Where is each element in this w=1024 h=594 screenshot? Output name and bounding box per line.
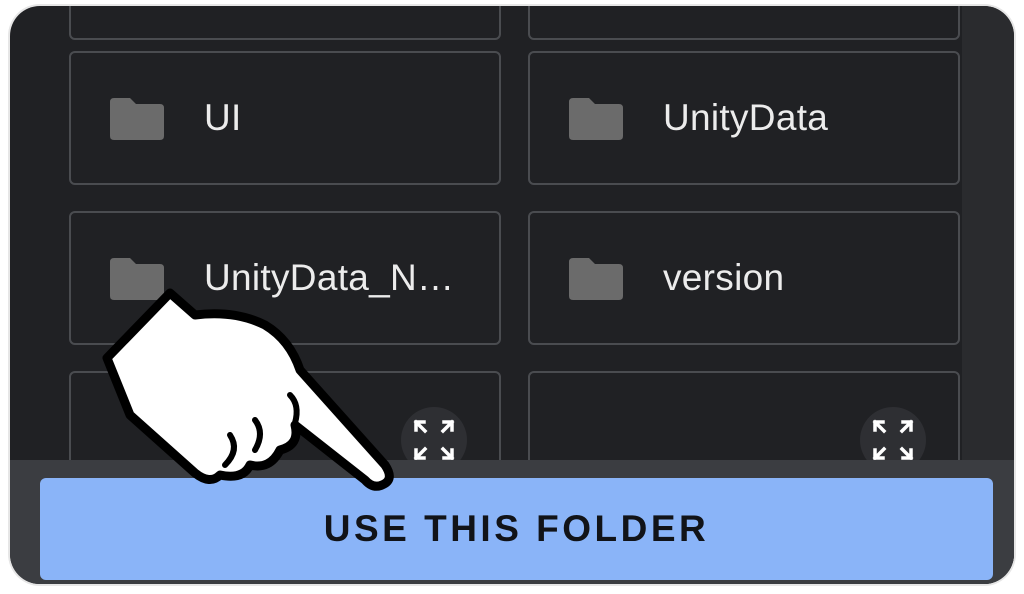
- folder-tile-version[interactable]: version: [528, 211, 960, 345]
- folder-icon: [110, 258, 164, 300]
- expand-icon: [872, 419, 914, 461]
- folder-icon: [569, 258, 623, 300]
- folder-tile-partial[interactable]: [528, 6, 960, 40]
- folder-tile-ui[interactable]: UI: [69, 51, 501, 185]
- folder-tile-unitydata[interactable]: UnityData: [528, 51, 960, 185]
- file-picker-screen: UI UnityData UnityData_N… version USE TH…: [10, 6, 1014, 584]
- folder-name: UnityData: [663, 97, 829, 138]
- folder-icon: [110, 98, 164, 140]
- folder-name: version: [663, 257, 785, 298]
- folder-name: UnityData_N…: [204, 257, 455, 298]
- use-this-folder-button[interactable]: USE THIS FOLDER: [40, 478, 993, 580]
- expand-icon: [413, 419, 455, 461]
- folder-icon: [569, 98, 623, 140]
- folder-tile-unitydata-n[interactable]: UnityData_N…: [69, 211, 501, 345]
- folder-name: UI: [204, 97, 242, 138]
- folder-tile-partial[interactable]: [69, 6, 501, 40]
